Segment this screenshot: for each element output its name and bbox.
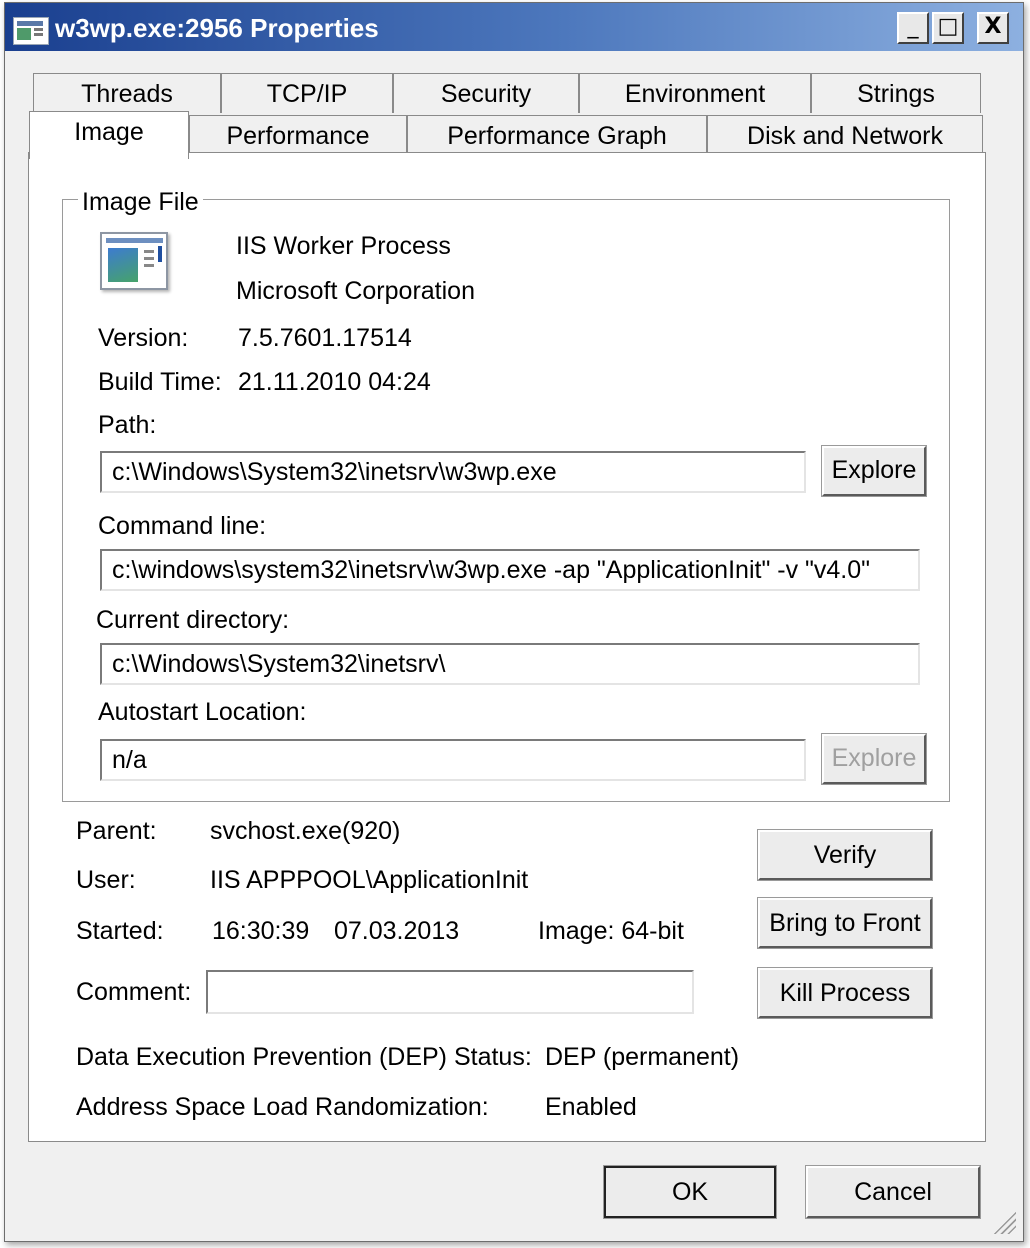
user-label: User: — [76, 866, 136, 894]
command-line-label: Command line: — [98, 512, 267, 540]
bring-to-front-button[interactable]: Bring to Front — [757, 897, 933, 949]
user-value: IIS APPPOOL\ApplicationInit — [210, 866, 529, 894]
version-label: Version: — [98, 324, 189, 352]
version-value: 7.5.7601.17514 — [238, 324, 412, 352]
tab-environment[interactable]: Environment — [579, 73, 811, 113]
tab-threads[interactable]: Threads — [33, 73, 221, 113]
process-description: IIS Worker Process — [236, 232, 451, 260]
comment-field[interactable] — [206, 970, 694, 1014]
current-directory-label: Current directory: — [96, 606, 290, 634]
verify-button[interactable]: Verify — [757, 829, 933, 881]
started-date: 07.03.2013 — [334, 917, 460, 945]
dep-status-value: DEP (permanent) — [545, 1043, 740, 1071]
kill-process-button[interactable]: Kill Process — [757, 967, 933, 1019]
started-time: 16:30:39 — [212, 917, 310, 945]
build-time-value: 21.11.2010 04:24 — [238, 368, 431, 396]
started-label: Started: — [76, 917, 164, 945]
process-icon — [100, 232, 168, 290]
current-directory-field[interactable]: c:\Windows\System32\inetsrv\ — [100, 643, 920, 685]
explore-path-button[interactable]: Explore — [821, 445, 927, 497]
comment-label: Comment: — [76, 978, 192, 1006]
aslr-value: Enabled — [545, 1093, 637, 1121]
path-field[interactable]: c:\Windows\System32\inetsrv\w3wp.exe — [100, 451, 806, 493]
title-bar[interactable]: w3wp.exe:2956 Properties _ □ X — [5, 3, 1023, 51]
maximize-button[interactable]: □ — [932, 12, 964, 44]
aslr-label: Address Space Load Randomization: — [76, 1093, 489, 1121]
tab-strings[interactable]: Strings — [811, 73, 981, 113]
explore-autostart-button: Explore — [821, 733, 927, 785]
minimize-button[interactable]: _ — [897, 12, 929, 44]
parent-label: Parent: — [76, 817, 157, 845]
resize-grip-icon[interactable] — [988, 1206, 1016, 1234]
image-bitness: Image: 64-bit — [538, 917, 684, 945]
window-title: w3wp.exe:2956 Properties — [55, 13, 379, 43]
autostart-location-label: Autostart Location: — [98, 698, 307, 726]
autostart-location-field[interactable]: n/a — [100, 739, 806, 781]
company-name: Microsoft Corporation — [236, 277, 475, 305]
cancel-button[interactable]: Cancel — [805, 1165, 981, 1219]
dep-status-label: Data Execution Prevention (DEP) Status: — [76, 1043, 532, 1071]
tab-tcp-ip[interactable]: TCP/IP — [221, 73, 393, 113]
app-window-icon — [13, 17, 49, 45]
tab-performance-graph[interactable]: Performance Graph — [407, 115, 707, 157]
tab-image[interactable]: Image — [29, 111, 189, 159]
tab-security[interactable]: Security — [393, 73, 579, 113]
command-line-field[interactable]: c:\windows\system32\inetsrv\w3wp.exe -ap… — [100, 549, 920, 591]
tab-performance[interactable]: Performance — [189, 115, 407, 157]
ok-button[interactable]: OK — [603, 1165, 777, 1219]
tab-disk-and-network[interactable]: Disk and Network — [707, 115, 983, 157]
path-label: Path: — [98, 411, 157, 439]
build-time-label: Build Time: — [98, 368, 222, 396]
close-button[interactable]: X — [977, 12, 1009, 44]
parent-value: svchost.exe(920) — [210, 817, 401, 845]
image-file-legend: Image File — [78, 188, 203, 217]
